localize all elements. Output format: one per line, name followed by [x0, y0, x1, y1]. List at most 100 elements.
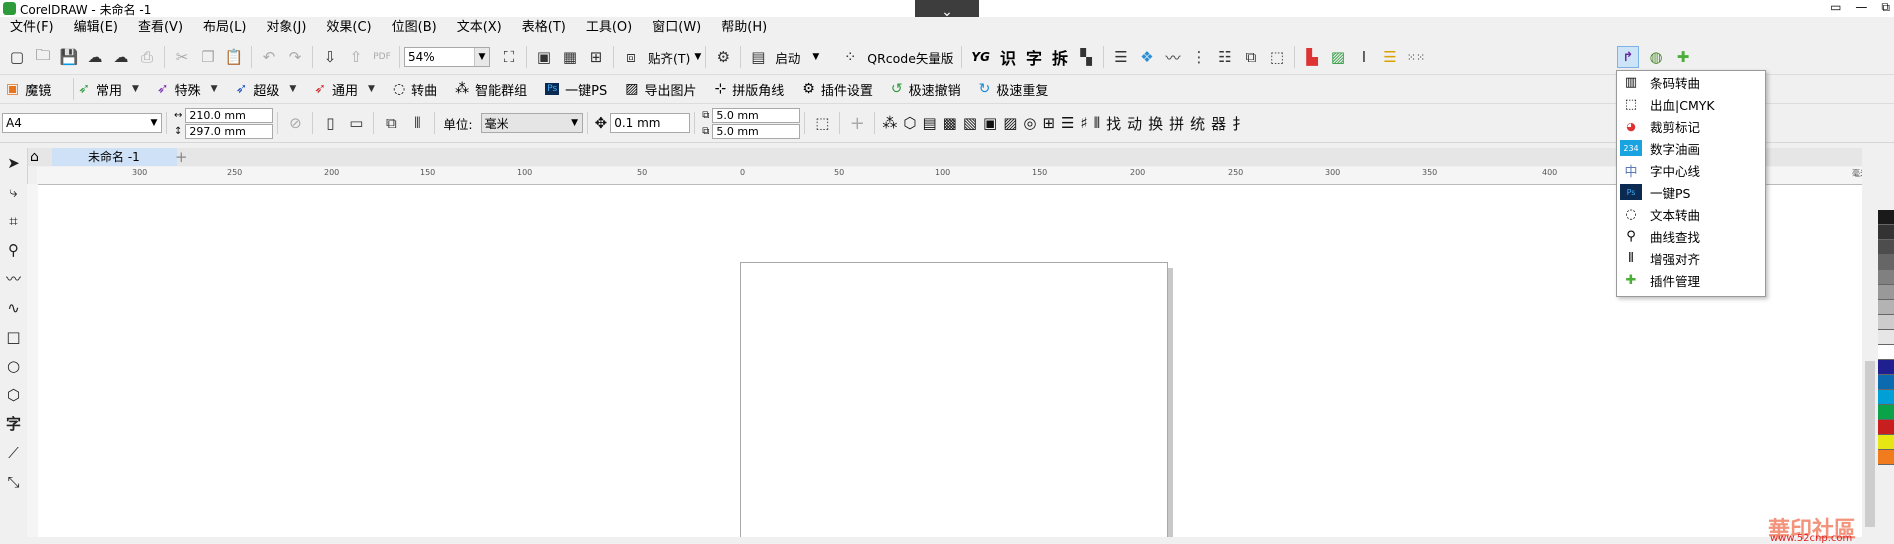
import-icon[interactable]: ⇩ [319, 46, 341, 68]
pick-tool-icon[interactable]: ➤ [0, 148, 27, 177]
move-button[interactable]: 动 [1127, 113, 1142, 134]
menu-text[interactable]: 文本(X) [447, 17, 512, 39]
menu-view[interactable]: 查看(V) [128, 17, 193, 39]
pattern-icon[interactable]: ❖ [1136, 46, 1158, 68]
super-button[interactable]: ➶ 超级 ▼ [236, 80, 297, 99]
popup-item-center-line[interactable]: 中字中心线 [1617, 159, 1765, 181]
scrollbar-thumb[interactable] [1865, 361, 1875, 527]
color-swatch[interactable] [1878, 360, 1894, 375]
menu-object[interactable]: 对象(J) [256, 17, 316, 39]
export-image-button[interactable]: ▨ 导出图片 [625, 80, 696, 99]
document-tab[interactable]: 未命名 -1 [52, 148, 177, 166]
menu-help[interactable]: 帮助(H) [711, 17, 777, 39]
photo-icon[interactable]: ▩ [943, 114, 957, 132]
add-tab-icon[interactable]: + [175, 148, 188, 166]
menu-bitmaps[interactable]: 位图(B) [382, 17, 447, 39]
table-icon[interactable]: ☰ [1110, 46, 1132, 68]
units-combo[interactable]: 毫米 ▼ [480, 113, 583, 133]
popup-item-number-painting[interactable]: 234 数字油画 [1617, 137, 1765, 159]
layers-icon[interactable]: ▚ [1075, 46, 1097, 68]
box-3d-icon[interactable]: ⬡ [903, 114, 916, 132]
portrait-icon[interactable]: ▯ [319, 112, 341, 134]
snap-icon[interactable]: ⧈ [620, 46, 642, 68]
duplicate-y-input[interactable]: 5.0 mm [712, 123, 801, 139]
convert-curve-button[interactable]: ◌ 转曲 [393, 80, 437, 99]
popup-item-text-convert[interactable]: ◌ 文本转曲 [1617, 203, 1765, 225]
add-icon[interactable]: + [846, 112, 868, 134]
color-swatch[interactable] [1878, 285, 1894, 300]
horizontal-ruler[interactable]: 300 250 200 150 100 50 0 50 100 150 200 … [37, 167, 1877, 185]
fast-undo-button[interactable]: ↺ 极速撤销 [891, 80, 961, 99]
color-swatch[interactable] [1878, 270, 1894, 285]
image-edit-icon[interactable]: ▨ [1003, 114, 1017, 132]
photos-icon[interactable]: ▧ [963, 114, 977, 132]
color-swatch[interactable] [1878, 405, 1894, 420]
wave-icon[interactable]: 〰 [1162, 46, 1184, 68]
zoom-level-combo[interactable]: 54% ▼ [404, 47, 490, 67]
shape-tool-icon[interactable]: ⤷ [0, 177, 27, 206]
split-button[interactable]: 拆 [1052, 45, 1068, 69]
color-swatch[interactable] [1878, 300, 1894, 315]
undo-icon[interactable]: ↶ [258, 46, 280, 68]
align-center-icon[interactable]: ▣ [983, 114, 997, 132]
cloud-download-icon[interactable]: ☁ [84, 46, 106, 68]
grid-icon[interactable]: ▦ [559, 46, 581, 68]
cluster-icon[interactable]: ⁂ [882, 114, 897, 132]
menu-file[interactable]: 文件(F) [0, 17, 64, 39]
transform-icon[interactable]: ⧉ [1240, 46, 1262, 68]
polygon-tool-icon[interactable]: ⬡ [0, 380, 27, 409]
copy-icon[interactable]: ❐ [197, 46, 219, 68]
recognize-button[interactable]: 识 [1000, 45, 1016, 69]
zoom-fit-icon[interactable]: ⛶ [498, 46, 520, 68]
redo-icon[interactable]: ↷ [284, 46, 306, 68]
spacing-icon[interactable]: ☷ [1214, 46, 1236, 68]
full-screen-icon[interactable]: ▣ [533, 46, 555, 68]
general-button[interactable]: ➶ 通用 ▼ [314, 80, 375, 99]
guidelines-icon[interactable]: ⊞ [585, 46, 607, 68]
restore-icon[interactable]: ▭ [1830, 0, 1841, 15]
menu-effects[interactable]: 效果(C) [316, 17, 381, 39]
popup-item-bleed[interactable]: ⬚ 出血|CMYK [1617, 93, 1765, 115]
launch-label[interactable]: 启动 [775, 48, 800, 67]
crop-marks-button[interactable]: ⊹ 拼版角线 [715, 80, 785, 99]
measure-icon[interactable]: ⫴ [1094, 114, 1100, 132]
page-height-input[interactable]: 297.0 mm [185, 123, 274, 139]
select-similar-icon[interactable]: ⬚ [1266, 46, 1288, 68]
document-page[interactable] [740, 262, 1168, 537]
chevron-down-icon[interactable]: ▼ [147, 114, 161, 132]
color-swatch[interactable] [1878, 210, 1894, 225]
color-swatch[interactable] [1878, 375, 1894, 390]
color-swatch[interactable] [1878, 240, 1894, 255]
plus-box-icon[interactable]: ⊞ [1042, 114, 1055, 132]
open-folder-icon[interactable]: 🗀 [32, 46, 54, 68]
unify-button[interactable]: 统 [1190, 113, 1205, 134]
chevron-down-icon[interactable]: ▼ [694, 52, 701, 62]
menu-layout[interactable]: 布局(L) [193, 17, 256, 39]
plugin-menu-button[interactable]: ↱ [1617, 46, 1639, 68]
artistic-media-icon[interactable]: ∿ [0, 293, 27, 322]
ps-circle-icon[interactable]: ◎ [1023, 114, 1036, 132]
parallel-dimension-icon[interactable]: ⟋ [0, 438, 27, 467]
qrcode-label[interactable]: QRcode矢量版 [867, 48, 953, 67]
popup-item-curve-find[interactable]: ⚲ 曲线查找 [1617, 225, 1765, 247]
tool-button[interactable]: 器 [1211, 113, 1226, 134]
text-tool-icon[interactable]: 字 [0, 409, 27, 438]
print-icon[interactable]: ⎙ [136, 46, 158, 68]
image-icon[interactable]: ▨ [1327, 46, 1349, 68]
lock-ratio-icon[interactable]: ⊘ [284, 112, 306, 134]
zoom-tool-icon[interactable]: ⚲ [0, 235, 27, 264]
ellipse-tool-icon[interactable]: ○ [0, 351, 27, 380]
menu-window[interactable]: 窗口(W) [642, 17, 711, 39]
menu-tools[interactable]: 工具(O) [576, 17, 642, 39]
menu-edit[interactable]: 编辑(E) [64, 17, 128, 39]
color-swatch[interactable] [1878, 225, 1894, 240]
hash-icon[interactable]: ♯ [1081, 114, 1088, 132]
yg-button[interactable]: YG [971, 50, 990, 64]
replace-button[interactable]: 换 [1148, 113, 1163, 134]
connector-tool-icon[interactable]: ⤡ [0, 467, 27, 496]
rectangle-tool-icon[interactable]: □ [0, 322, 27, 351]
color-swatch[interactable] [1878, 345, 1894, 360]
vertical-scrollbar[interactable] [1862, 148, 1878, 537]
smart-group-button[interactable]: ⁂ 智能群组 [455, 80, 527, 99]
all-pages-icon[interactable]: ⧉ [380, 112, 402, 134]
